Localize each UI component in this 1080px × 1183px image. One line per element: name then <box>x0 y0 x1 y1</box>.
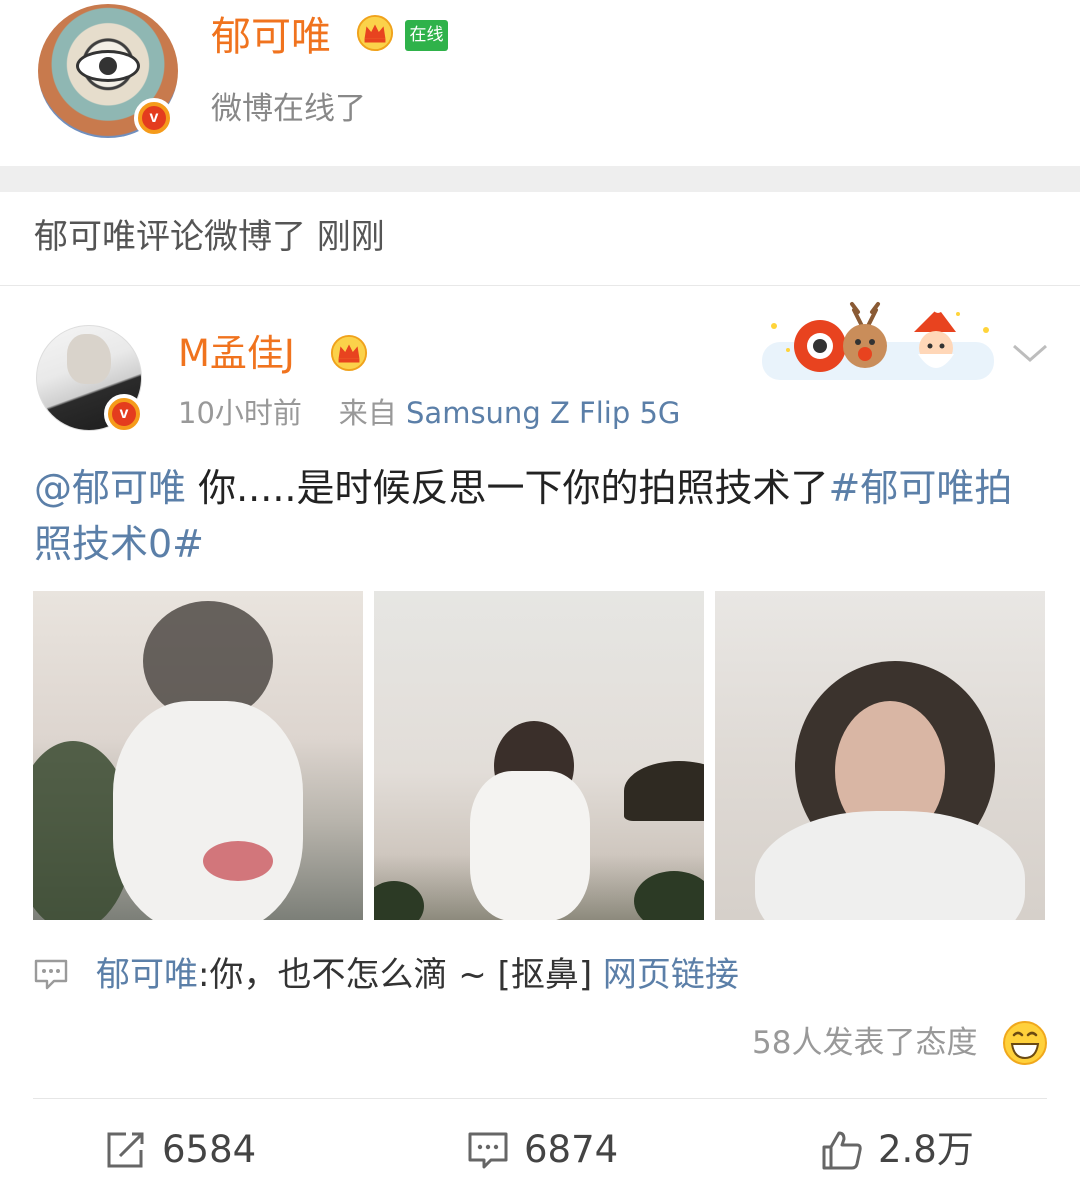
crown-icon <box>330 334 368 372</box>
post-mention[interactable]: @郁可唯 <box>34 466 186 510</box>
christmas-sticker-icon <box>762 302 994 380</box>
activity-bar: 郁可唯评论微博了 刚刚 <box>0 192 1080 286</box>
avatar-figure <box>67 334 111 384</box>
post-photo[interactable] <box>374 591 704 920</box>
comment-text: 郁可唯:你，也不怎么滴 ~ [抠鼻] 网页链接 <box>96 950 739 1000</box>
like-icon <box>822 1131 862 1170</box>
repost-icon <box>107 1132 144 1168</box>
post-source[interactable]: Samsung Z Flip 5G <box>406 396 680 430</box>
smile-emoji-icon[interactable] <box>1002 1020 1048 1066</box>
post-time: 10小时前 <box>178 396 302 430</box>
comment-author[interactable]: 郁可唯 <box>96 955 198 995</box>
comment-icon <box>34 959 68 990</box>
repost-count: 6584 <box>162 1128 257 1171</box>
post-meta: 10小时前 来自 Samsung Z Flip 5G <box>178 392 680 434</box>
like-count: 2.8万 <box>878 1128 974 1171</box>
online-badge: 在线 <box>405 20 448 51</box>
post-author-name[interactable]: M孟佳J <box>178 330 295 378</box>
comment-count: 6874 <box>524 1128 619 1171</box>
actions-divider <box>33 1098 1047 1099</box>
chevron-down-icon[interactable] <box>1010 338 1050 368</box>
post-source-prefix: 来自 <box>338 396 397 430</box>
reactions-summary[interactable]: 58人发表了态度 <box>752 1018 977 1068</box>
verified-icon: v <box>104 394 144 434</box>
post-text: @郁可唯 你.....是时候反思一下你的拍照技术了#郁可唯拍照技术0# <box>34 460 1044 572</box>
section-divider <box>0 166 1080 192</box>
profile-header: v 郁可唯 在线 微博在线了 <box>0 0 1080 166</box>
crown-icon <box>356 14 394 52</box>
comment-web-link[interactable]: 网页链接 <box>603 955 739 995</box>
post-body: 你.....是时候反思一下你的拍照技术了 <box>186 466 829 510</box>
verified-icon: v <box>134 98 174 138</box>
profile-status: 微博在线了 <box>211 91 366 127</box>
profile-name[interactable]: 郁可唯 <box>211 12 331 62</box>
activity-text: 郁可唯评论微博了 刚刚 <box>34 217 385 257</box>
post-photo[interactable] <box>33 591 363 920</box>
avatar-eye-art <box>76 50 140 82</box>
post-photo[interactable] <box>715 591 1045 920</box>
comment-body: :你，也不怎么滴 ~ [抠鼻] <box>198 955 603 995</box>
comment-icon <box>468 1132 508 1169</box>
